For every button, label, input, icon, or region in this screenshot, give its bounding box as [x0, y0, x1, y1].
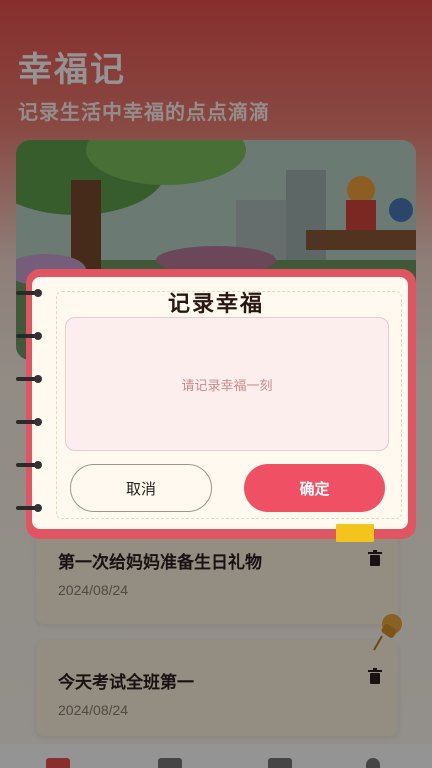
cancel-button[interactable]: 取消 [70, 464, 212, 512]
happiness-textarea[interactable]: 请记录幸福一刻 [65, 317, 389, 451]
dialog-title: 记录幸福 [167, 292, 264, 317]
textarea-placeholder: 请记录幸福一刻 [181, 378, 273, 394]
notebook-ring-icon [16, 332, 42, 340]
bookmark-tab [336, 524, 374, 542]
confirm-button[interactable]: 确定 [244, 464, 385, 512]
notebook-ring-icon [16, 461, 42, 469]
notebook-ring-icon [16, 504, 42, 512]
notebook-ring-icon [16, 418, 42, 426]
notebook-ring-icon [16, 375, 42, 383]
